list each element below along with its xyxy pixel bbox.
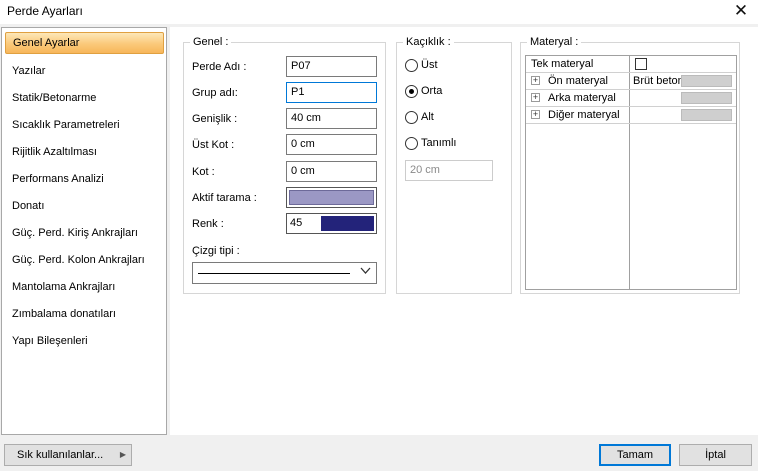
sidebar-item-kolon-ankrajlari[interactable]: Güç. Perd. Kolon Ankrajları xyxy=(12,254,145,266)
radio-selected-dot xyxy=(409,89,414,94)
sidebar-item-sicaklik-parametreleri[interactable]: Sıcaklık Parametreleri xyxy=(12,119,120,131)
ust-kot-input[interactable]: 0 cm xyxy=(286,134,377,155)
sidebar-item-yazilar[interactable]: Yazılar xyxy=(12,65,45,77)
on-materyal-swatch xyxy=(681,75,732,87)
sidebar-item-performans-analizi[interactable]: Performans Analizi xyxy=(12,173,104,185)
on-materyal-row[interactable]: + Ön materyal Brüt beton xyxy=(526,73,736,90)
line-style-preview xyxy=(198,273,350,274)
radio-ust-label[interactable]: Üst xyxy=(421,59,438,71)
renk-swatch xyxy=(321,216,374,231)
aktif-tarama-picker[interactable] xyxy=(286,187,377,208)
window-title: Perde Ayarları xyxy=(7,4,83,18)
kaciklik-value-input: 20 cm xyxy=(405,160,493,181)
materyal-group: Materyal : Tek materyal + Ön materyal Br… xyxy=(520,36,740,294)
expand-plus-icon[interactable]: + xyxy=(531,110,540,119)
title-bar: Perde Ayarları ✕ xyxy=(0,0,758,24)
grup-adi-input[interactable]: P1 xyxy=(286,82,377,103)
materyal-property-grid: Tek materyal + Ön materyal Brüt beton + … xyxy=(525,55,737,290)
chevron-right-icon: ▶ xyxy=(119,450,126,459)
cizgi-tipi-select[interactable] xyxy=(192,262,377,284)
arka-materyal-row[interactable]: + Arka materyal xyxy=(526,90,736,107)
tek-materyal-checkbox[interactable] xyxy=(635,58,647,70)
kaciklik-group-title: Kaçıklık : xyxy=(403,36,454,48)
sidebar-item-zimbalama-donatilari[interactable]: Zımbalama donatıları xyxy=(12,308,116,320)
diger-materyal-swatch xyxy=(681,109,732,121)
materyal-group-title: Materyal : xyxy=(527,36,582,48)
kaciklik-group: Kaçıklık : Üst Orta Alt Tanımlı 20 cm xyxy=(396,36,512,294)
perde-adi-input[interactable]: P07 xyxy=(286,56,377,77)
on-materyal-value: Brüt beton xyxy=(633,75,683,87)
grup-adi-label: Grup adı: xyxy=(192,87,238,99)
expand-plus-icon[interactable]: + xyxy=(531,93,540,102)
radio-orta-label[interactable]: Orta xyxy=(421,85,442,97)
on-materyal-label: Ön materyal xyxy=(548,75,608,87)
perde-adi-label: Perde Adı : xyxy=(192,61,247,73)
close-icon[interactable]: ✕ xyxy=(730,1,752,21)
cizgi-tipi-label: Çizgi tipi : xyxy=(192,245,240,257)
radio-alt-label[interactable]: Alt xyxy=(421,111,434,123)
arka-materyal-swatch xyxy=(681,92,732,104)
sidebar-item-rijitlik-azaltilmasi[interactable]: Rijitlik Azaltılması xyxy=(12,146,97,158)
aktif-tarama-label: Aktif tarama : xyxy=(192,192,257,204)
hatch-pattern-swatch xyxy=(289,190,374,205)
tek-materyal-label: Tek materyal xyxy=(531,58,594,70)
bottom-bar: Sık kullanılanlar... ▶ Tamam İptal xyxy=(0,435,758,471)
sidebar-item-kiris-ankrajlari[interactable]: Güç. Perd. Kiriş Ankrajları xyxy=(12,227,138,239)
favorites-button[interactable]: Sık kullanılanlar... ▶ xyxy=(4,444,132,466)
sidebar-item-yapi-bilesenleri[interactable]: Yapı Bileşenleri xyxy=(12,335,88,347)
radio-ust[interactable] xyxy=(405,59,418,72)
content-panel: Genel : Perde Adı : P07 Grup adı: P1 Gen… xyxy=(170,27,758,435)
kot-input[interactable]: 0 cm xyxy=(286,161,377,182)
ok-button[interactable]: Tamam xyxy=(599,444,671,466)
sidebar-item-mantolama-ankrajlari[interactable]: Mantolama Ankrajları xyxy=(12,281,115,293)
genislik-label: Genişlik : xyxy=(192,113,238,125)
genel-group: Genel : Perde Adı : P07 Grup adı: P1 Gen… xyxy=(183,36,386,294)
favorites-label: Sık kullanılanlar... xyxy=(17,449,104,461)
diger-materyal-label: Diğer materyal xyxy=(548,109,620,121)
radio-alt[interactable] xyxy=(405,111,418,124)
diger-materyal-row[interactable]: + Diğer materyal xyxy=(526,107,736,124)
genislik-input[interactable]: 40 cm xyxy=(286,108,377,129)
sidebar-item-genel-ayarlar[interactable]: Genel Ayarlar xyxy=(5,32,164,54)
kot-label: Kot : xyxy=(192,166,215,178)
chevron-down-icon xyxy=(360,266,371,278)
renk-label: Renk : xyxy=(192,218,224,230)
sidebar: Genel Ayarlar Yazılar Statik/Betonarme S… xyxy=(1,27,167,435)
radio-tanimli[interactable] xyxy=(405,137,418,150)
genel-group-title: Genel : xyxy=(190,36,232,48)
sidebar-item-statik-betonarme[interactable]: Statik/Betonarme xyxy=(12,92,96,104)
arka-materyal-label: Arka materyal xyxy=(548,92,616,104)
cancel-button[interactable]: İptal xyxy=(679,444,752,466)
radio-tanimli-label[interactable]: Tanımlı xyxy=(421,137,456,149)
radio-orta[interactable] xyxy=(405,85,418,98)
renk-picker[interactable]: 45 xyxy=(286,213,377,234)
expand-plus-icon[interactable]: + xyxy=(531,76,540,85)
sidebar-item-donati[interactable]: Donatı xyxy=(12,200,44,212)
ust-kot-label: Üst Kot : xyxy=(192,139,235,151)
renk-value: 45 xyxy=(290,217,303,229)
tek-materyal-row: Tek materyal xyxy=(526,56,736,73)
